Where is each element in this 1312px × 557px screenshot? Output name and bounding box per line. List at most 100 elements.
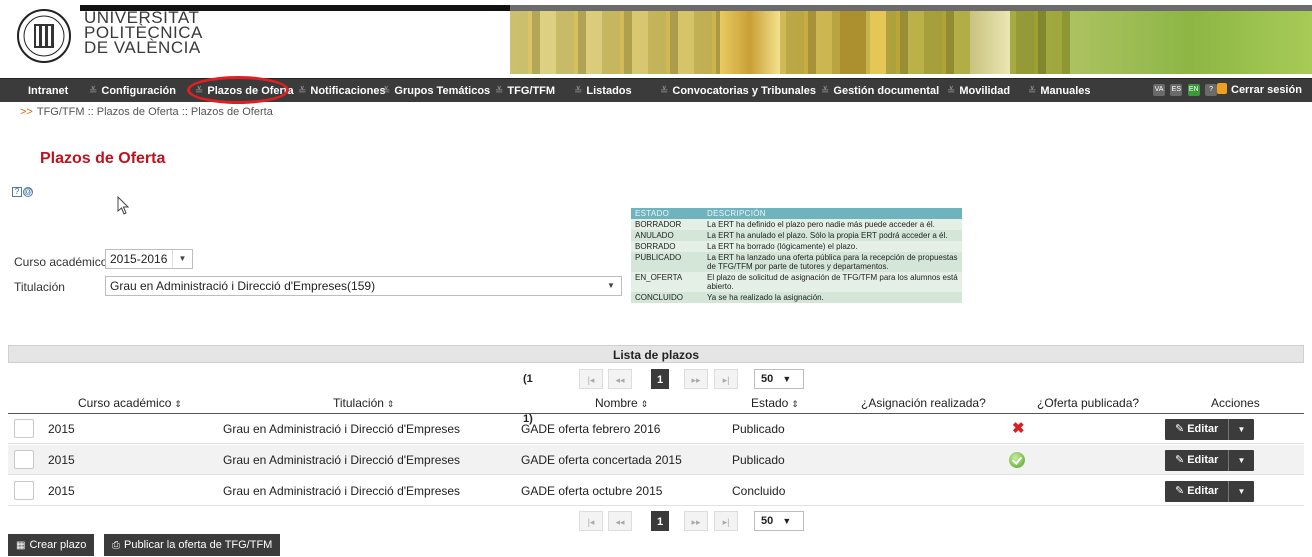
edit-dropdown-icon[interactable]: ▼	[1228, 450, 1254, 471]
legend-state: BORRADO	[635, 242, 676, 251]
curso-select[interactable]: 2015-2016 ▼	[105, 249, 193, 269]
legend-state: PUBLICADO	[631, 252, 703, 272]
pencil-icon: ✎	[1175, 423, 1185, 435]
nav-item-label: Configuración	[101, 85, 176, 97]
help-nav-icon[interactable]: ?	[1205, 84, 1218, 96]
rows-per-page-select[interactable]: 50 ▼	[754, 369, 804, 389]
page-1-button[interactable]: 1	[651, 511, 669, 531]
col-titulacion-label: Titulación	[333, 396, 384, 410]
prev-page-button[interactable]: ◂◂	[608, 511, 632, 531]
logout-link[interactable]: Cerrar sesión	[1217, 78, 1302, 102]
first-page-button[interactable]: |◂	[579, 511, 603, 531]
help-icons: ? @	[12, 183, 34, 197]
contact-icon[interactable]: @	[23, 187, 33, 197]
language-icons: VA ES EN ?	[1153, 84, 1219, 97]
nav-item-gesti-n-documental[interactable]: ≚ Gestión documental	[821, 79, 939, 103]
brand-line-3: DE VALÈNCIA	[84, 38, 201, 57]
cell-titulacion: Grau en Administració i Direcció d'Empre…	[223, 453, 461, 467]
col-curso[interactable]: Curso académico ⇕	[78, 393, 182, 415]
nav-item-movilidad[interactable]: ≚ Movilidad	[947, 79, 1010, 103]
legend-description: Ya se ha realizado la asignación.	[703, 292, 962, 303]
clipboard-icon: ⎙	[112, 540, 120, 551]
table-row[interactable]: 2015 Grau en Administració i Direcció d'E…	[8, 414, 1304, 444]
edit-label: Editar	[1187, 423, 1219, 435]
nav-item-manuales[interactable]: ≚ Manuales	[1028, 79, 1091, 103]
row-checkbox[interactable]	[14, 481, 34, 500]
rows-per-page-select[interactable]: 50 ▼	[754, 511, 804, 531]
header: UNIVERSITAT POLITÈCNICA DE VALÈNCIA	[0, 0, 1312, 74]
titulacion-label: Titulación	[14, 280, 65, 294]
row-checkbox[interactable]	[14, 450, 34, 469]
nav-item-notificaciones[interactable]: ≚ Notificaciones	[298, 79, 386, 103]
col-asignacion: ¿Asignación realizada?	[861, 396, 986, 410]
nav-item-intranet[interactable]: Intranet	[28, 79, 68, 103]
cell-estado: Publicado	[732, 422, 785, 436]
edit-dropdown-icon[interactable]: ▼	[1228, 419, 1254, 440]
sort-icon: ⇕	[174, 399, 182, 409]
chevron-down-icon: ≚	[574, 86, 583, 97]
edit-dropdown-icon[interactable]: ▼	[1228, 481, 1254, 502]
lang-va-icon[interactable]: VA	[1153, 84, 1165, 96]
cell-titulacion: Grau en Administració i Direcció d'Empre…	[223, 484, 461, 498]
chevron-down-icon: ≚	[495, 86, 504, 97]
nav-item-grupos-tem-ticos[interactable]: ≚ Grupos Temáticos	[382, 79, 490, 103]
breadcrumb-text[interactable]: TFG/TFM :: Plazos de Oferta :: Plazos de…	[37, 106, 273, 118]
cell-curso: 2015	[48, 484, 75, 498]
edit-label-wrap: ✎ Editar	[1175, 419, 1218, 440]
nav-item-plazos-de-oferta[interactable]: ≚ Plazos de Oferta	[195, 79, 294, 103]
cell-curso: 2015	[48, 422, 75, 436]
nav-item-convocatorias-y-tribunales[interactable]: ≚ Convocatorias y Tribunales	[660, 79, 816, 103]
upv-seal-logo[interactable]	[16, 8, 72, 64]
edit-button[interactable]: ✎ Editar ▼	[1165, 450, 1254, 471]
chevron-down-icon: ▼	[607, 281, 615, 290]
help-icon[interactable]: ?	[12, 187, 22, 197]
pencil-icon: ✎	[1175, 454, 1185, 466]
logout-label: Cerrar sesión	[1231, 84, 1302, 96]
header-banner-image	[510, 11, 1312, 74]
university-brand[interactable]: UNIVERSITAT POLITÈCNICA DE VALÈNCIA	[84, 9, 203, 57]
nav-item-listados[interactable]: ≚ Listados	[574, 79, 632, 103]
legend-description: La ERT ha definido el plazo pero nadie m…	[707, 220, 935, 229]
edit-button[interactable]: ✎ Editar ▼	[1165, 481, 1254, 502]
first-page-button[interactable]: |◂	[579, 369, 603, 389]
edit-button[interactable]: ✎ Editar ▼	[1165, 419, 1254, 440]
publish-offer-button[interactable]: ⎙ Publicar la oferta de TFG/TFM	[104, 534, 281, 556]
table-row[interactable]: 2015 Grau en Administració i Direcció d'E…	[8, 445, 1304, 475]
col-estado[interactable]: Estado ⇕	[751, 393, 799, 415]
col-curso-label: Curso académico	[78, 396, 172, 410]
create-plazo-button[interactable]: ▦ Crear plazo	[8, 534, 95, 556]
breadcrumb: >> TFG/TFM :: Plazos de Oferta :: Plazos …	[20, 106, 273, 118]
nav-item-label: Plazos de Oferta	[207, 85, 294, 97]
page-1-button[interactable]: 1	[651, 369, 669, 389]
chevron-down-icon: ≚	[382, 86, 391, 97]
next-page-button[interactable]: ▸▸	[684, 369, 708, 389]
last-page-button[interactable]: ▸|	[714, 511, 738, 531]
nav-item-configuraci-n[interactable]: ≚ Configuración	[89, 79, 176, 103]
status-legend-table: ESTADO DESCRIPCIÓN BORRADOR La ERT ha def…	[631, 208, 962, 303]
col-estado-label: Estado	[751, 396, 789, 410]
nav-item-label: Movilidad	[959, 85, 1011, 97]
col-nombre[interactable]: Nombre ⇕	[595, 393, 648, 415]
not-published-icon: ✖	[1012, 420, 1025, 437]
nav-item-label: Notificaciones	[310, 85, 386, 97]
edit-label: Editar	[1187, 485, 1219, 497]
legend-description: La ERT ha borrado (lógicamente) el plazo…	[707, 242, 858, 251]
sort-icon: ⇕	[640, 399, 649, 409]
lang-es-icon[interactable]: ES	[1170, 84, 1183, 96]
prev-page-button[interactable]: ◂◂	[608, 369, 632, 389]
nav-item-tfg-tfm[interactable]: ≚ TFG/TFM	[495, 79, 555, 103]
lang-en-icon[interactable]: EN	[1187, 84, 1200, 96]
mouse-cursor-icon	[117, 196, 130, 215]
table-title: Lista de plazos	[8, 345, 1304, 363]
table-row[interactable]: 2015 Grau en Administració i Direcció d'E…	[8, 476, 1304, 506]
legend-row: CONCLUIDO Ya se ha realizado la asignació…	[631, 292, 962, 303]
last-page-button[interactable]: ▸|	[714, 369, 738, 389]
main-nav: Intranet ≚ Configuración ≚ Plazos de Oferta ≚…	[0, 78, 1312, 102]
publish-offer-label: Publicar la oferta de TFG/TFM	[124, 539, 273, 551]
row-checkbox[interactable]	[14, 419, 34, 438]
col-titulacion[interactable]: Titulación ⇕	[333, 393, 394, 415]
titulacion-value: Grau en Administració i Direcció d'Empre…	[110, 279, 376, 293]
titulacion-select[interactable]: Grau en Administració i Direcció d'Empre…	[105, 276, 622, 296]
next-page-button[interactable]: ▸▸	[684, 511, 708, 531]
legend-state: BORRADOR	[635, 220, 682, 229]
